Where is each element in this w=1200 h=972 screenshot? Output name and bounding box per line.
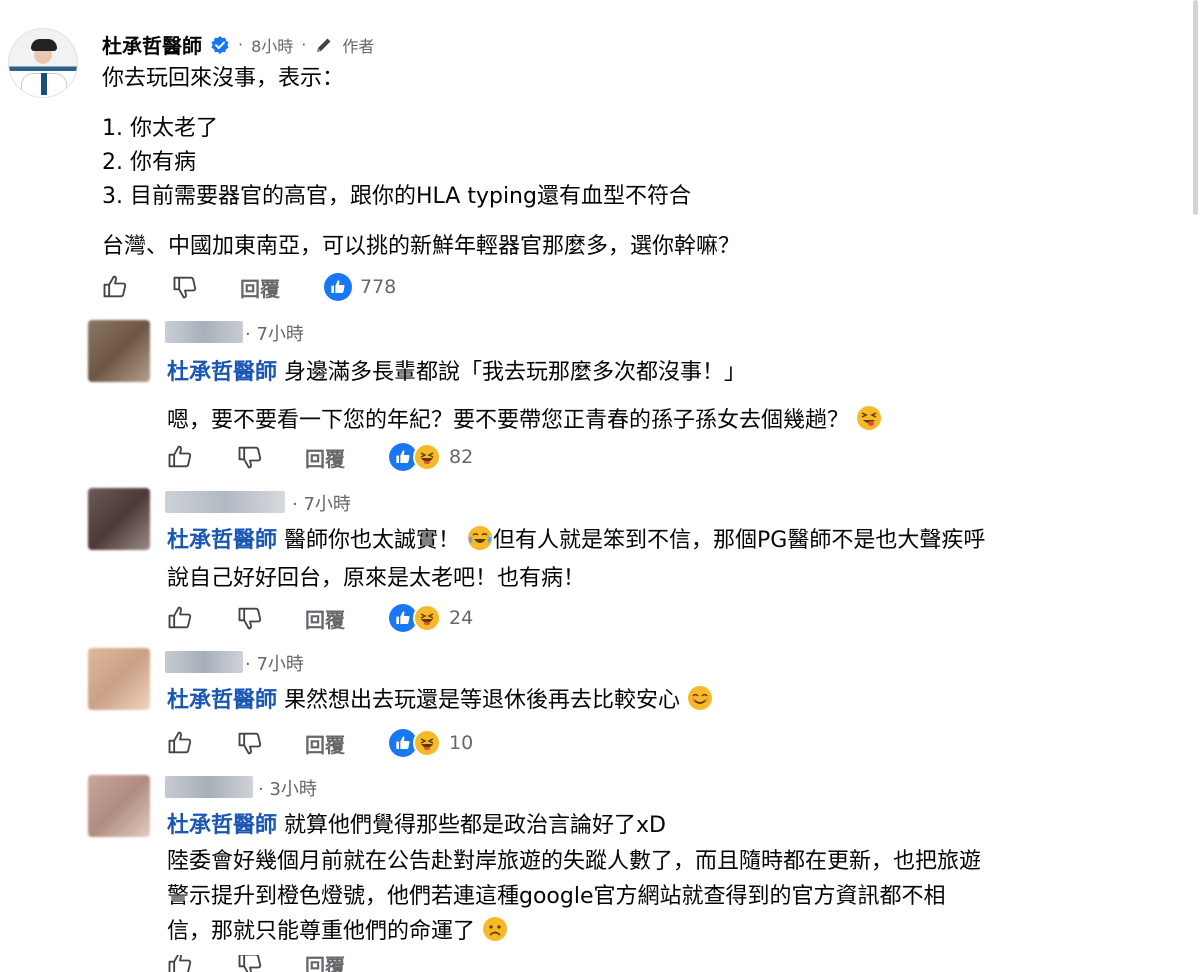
reaction-summary[interactable]: 10 (389, 729, 473, 757)
thumbs-down-icon[interactable] (235, 728, 265, 758)
comment-text-line: 3. 目前需要器官的高官，跟你的HLA typing還有血型不符合 (102, 184, 691, 209)
like-reaction-icon (324, 273, 352, 301)
commenter-name[interactable] (165, 321, 243, 343)
squinting-tongue-emoji-icon (857, 406, 882, 430)
haha-reaction-icon (413, 604, 441, 632)
pencil-icon (317, 38, 331, 52)
thumbs-up-icon[interactable] (165, 442, 195, 472)
comment-text-line: 1. 你太老了 (102, 116, 218, 141)
comment-actions: 回覆 (165, 955, 345, 972)
reply-button[interactable]: 回覆 (305, 729, 345, 758)
comment-time[interactable]: 7小時 (256, 324, 303, 345)
author-name[interactable]: 杜承哲醫師 (102, 30, 202, 59)
comment-header: 杜承哲醫師 · 8小時 · 作者 (102, 30, 374, 59)
reply-button[interactable]: 回覆 (305, 955, 345, 972)
thumbs-down-icon[interactable] (235, 955, 265, 972)
avatar[interactable] (88, 320, 150, 382)
haha-reaction-icon (413, 729, 441, 757)
reaction-count: 10 (449, 732, 474, 754)
comment-actions: 回覆 24 (165, 603, 473, 633)
thumbs-up-icon[interactable] (165, 955, 195, 972)
reaction-count: 778 (360, 276, 397, 298)
haha-reaction-icon (413, 443, 441, 471)
avatar[interactable] (88, 488, 150, 550)
commenter-name[interactable] (165, 651, 243, 673)
comment-text-line: 說自己好好回台，原來是太老吧！也有病！ (167, 566, 586, 591)
comment-text-line: 警示提升到橙色燈號，他們若連這種google官方網站就查得到的官方資訊都不相 (167, 884, 946, 909)
comment-text-line: 2. 你有病 (102, 150, 196, 175)
reaction-summary[interactable]: 24 (389, 604, 473, 632)
thumbs-up-icon[interactable] (100, 272, 130, 302)
reaction-count: 82 (449, 446, 474, 468)
commenter-name[interactable] (165, 776, 253, 798)
comment-text-line: 信，那就只能尊重他們的命運了 (167, 913, 508, 945)
comment-text-line: 杜承哲醫師 醫師你也太誠實！ 但有人就是笨到不信，那個PG醫師不是也大聲疾呼 (167, 522, 985, 554)
mention-link[interactable]: 杜承哲醫師 (167, 688, 277, 713)
smiling-face-emoji-icon (688, 686, 713, 710)
comment-text-line: 台灣、中國加東南亞，可以挑的新鮮年輕器官那麼多，選你幹嘛？ (102, 234, 741, 259)
comment-time[interactable]: 8小時 (251, 33, 293, 57)
comment-time[interactable]: 7小時 (256, 654, 303, 675)
verified-icon (211, 35, 229, 54)
thumbs-down-icon[interactable] (170, 272, 200, 302)
comment-time[interactable]: 7小時 (303, 494, 350, 515)
mention-link[interactable]: 杜承哲醫師 (167, 360, 277, 385)
reply-button[interactable]: 回覆 (305, 443, 345, 472)
author-tag: 作者 (342, 36, 375, 56)
reaction-count: 24 (449, 607, 474, 629)
comment-text-line: 嗯，要不要看一下您的年紀？要不要帶您正青春的孫子孫女去個幾趟？ (167, 402, 882, 434)
thumbs-down-icon[interactable] (235, 442, 265, 472)
mention-link[interactable]: 杜承哲醫師 (167, 528, 277, 553)
comment-time[interactable]: 3小時 (269, 779, 316, 800)
comment-text-line: 杜承哲醫師 就算他們覺得那些都是政治言論好了xD (167, 813, 666, 838)
scrollbar[interactable] (1193, 0, 1198, 215)
thumbs-up-icon[interactable] (165, 603, 195, 633)
mention-link[interactable]: 杜承哲醫師 (167, 813, 277, 838)
comment-actions: 回覆 10 (165, 728, 473, 758)
comment-text-line: 陸委會好幾個月前就在公告赴對岸旅遊的失蹤人數了，而且隨時都在更新，也把旅遊 (167, 849, 982, 874)
author-avatar[interactable] (8, 28, 78, 98)
comment-text-line: 杜承哲醫師 身邊滿多長輩都說「我去玩那麼多次都沒事！」 (167, 360, 747, 385)
reaction-summary[interactable]: 82 (389, 443, 473, 471)
thumbs-down-icon[interactable] (235, 603, 265, 633)
thumbs-up-icon[interactable] (165, 728, 195, 758)
tears-of-joy-emoji-icon (468, 526, 493, 550)
reaction-summary[interactable]: 778 (324, 273, 396, 301)
reply-button[interactable]: 回覆 (305, 604, 345, 633)
comment-text-line: 杜承哲醫師 果然想出去玩還是等退休後再去比較安心 (167, 682, 713, 714)
avatar[interactable] (88, 648, 150, 710)
avatar[interactable] (88, 775, 150, 837)
frowning-face-emoji-icon (483, 917, 508, 941)
comment-actions: 回覆 778 (100, 272, 396, 302)
comment-actions: 回覆 82 (165, 442, 473, 472)
comment-text-line: 你去玩回來沒事，表示： (102, 66, 345, 91)
commenter-name[interactable] (165, 491, 285, 513)
reply-button[interactable]: 回覆 (240, 273, 280, 302)
